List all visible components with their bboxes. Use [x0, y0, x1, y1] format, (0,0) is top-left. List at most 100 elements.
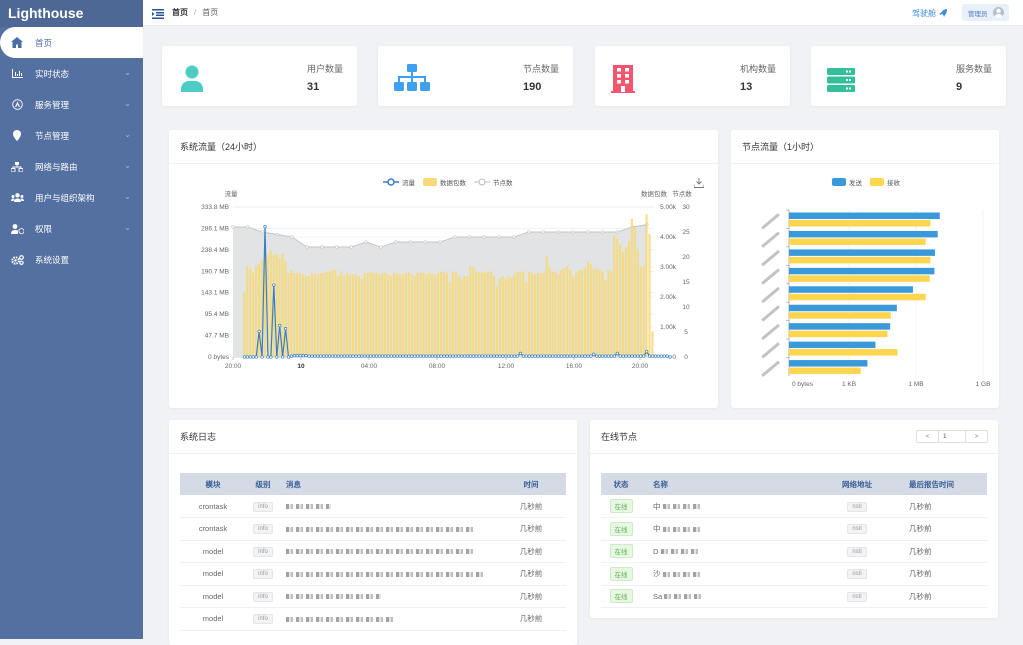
- redacted-message: [286, 616, 396, 622]
- node-count-point: [349, 245, 353, 249]
- y-axis-title-left: 流量: [225, 189, 239, 198]
- packet-bar: [510, 277, 513, 357]
- traffic-point: [427, 354, 432, 358]
- sidebar-item-realtime[interactable]: 实时状态 ⌄: [0, 58, 143, 89]
- packet-bar: [437, 273, 440, 357]
- traffic-point: [421, 354, 426, 358]
- y-axis-title-packets: 数据包数: [641, 189, 668, 198]
- traffic-point: [392, 354, 396, 358]
- node-count-point: [334, 245, 339, 249]
- packet-bar: [545, 256, 548, 357]
- packet-bar: [381, 273, 384, 357]
- prev-page-button[interactable]: <: [917, 431, 939, 442]
- send-bar: [789, 230, 938, 238]
- traffic-point: [410, 354, 414, 358]
- sidebar-item-nodes[interactable]: 节点管理 ⌄: [0, 120, 143, 151]
- breadcrumb-current: 首页: [202, 8, 219, 17]
- node-status-cell: 在线: [601, 562, 641, 586]
- log-module: crontask: [180, 495, 246, 518]
- packet-bar: [522, 271, 525, 357]
- node-row[interactable]: 在线 Sa nsti 几秒前: [601, 585, 987, 608]
- page-input[interactable]: 1: [939, 431, 965, 442]
- node-name[interactable]: 中: [641, 495, 817, 518]
- traffic-point: [325, 354, 329, 358]
- node-row[interactable]: 在线 中 nsti 几秒前: [601, 495, 987, 518]
- packet-bar: [566, 265, 569, 357]
- packet-bar: [278, 258, 281, 357]
- packet-bar: [384, 272, 387, 357]
- packet-bar: [595, 268, 598, 357]
- next-page-button[interactable]: >: [965, 431, 987, 442]
- traffic-point: [460, 354, 464, 358]
- log-level-cell: info: [246, 585, 280, 608]
- y3-tick-label: 30: [682, 204, 690, 211]
- log-level-badge: info: [253, 614, 273, 625]
- y2-tick-label: 2.00k: [660, 294, 677, 301]
- redacted-message: [286, 594, 381, 600]
- breadcrumb-home[interactable]: 首页: [172, 7, 188, 18]
- traffic-point: [483, 354, 487, 358]
- node-name[interactable]: 沙: [641, 562, 817, 586]
- node-row[interactable]: 在线 沙 nsti 几秒前: [601, 562, 987, 586]
- category-label-redacted: [761, 231, 780, 248]
- receive-bar: [789, 367, 861, 375]
- packet-bar: [422, 273, 425, 357]
- node-traffic-panel: 节点流量（1小时） 发送 接收 0 bytes 1 KB 1 MB 1 GB: [731, 130, 999, 408]
- sidebar-item-settings[interactable]: 系统设置: [0, 244, 143, 275]
- node-row[interactable]: 在线 中 nsti 几秒前: [601, 517, 987, 541]
- sidebar-item-permissions[interactable]: 权限 ⌄: [0, 213, 143, 244]
- traffic-point: [556, 354, 561, 358]
- traffic-point: [348, 354, 352, 358]
- avatar-icon: [992, 7, 1004, 18]
- packet-bar: [601, 271, 604, 357]
- x-tick-label: 04:00: [361, 363, 378, 370]
- node-name[interactable]: 中: [641, 517, 817, 541]
- traffic-point: [248, 355, 252, 359]
- menu-fold-icon[interactable]: [152, 8, 164, 19]
- col-status: 状态: [601, 473, 641, 495]
- packet-bar: [504, 279, 507, 357]
- sidebar-item-network[interactable]: 网络与路由 ⌄: [0, 151, 143, 182]
- traffic-point: [333, 354, 338, 358]
- user-name: 管理员: [968, 10, 988, 18]
- packet-bar: [583, 268, 586, 357]
- node-count-point: [364, 240, 368, 244]
- log-time: 几秒前: [496, 562, 566, 586]
- traffic-point: [295, 354, 299, 358]
- nodes-table: 状态 名称 网络地址 最后报告时间 在线中 nsti 几秒前 在线中 nsti 几秒前…: [601, 473, 987, 608]
- node-name[interactable]: Sa: [641, 585, 817, 608]
- traffic-point: [319, 354, 323, 358]
- packet-bar: [419, 272, 422, 357]
- stat-value: 9: [956, 81, 963, 93]
- traffic-point: [612, 354, 617, 358]
- log-level-cell: info: [246, 540, 280, 563]
- stat-card-services: 服务数量 9: [811, 46, 1006, 106]
- chevron-down-icon: ⌄: [124, 223, 131, 232]
- node-row[interactable]: 在线 D nsti 几秒前: [601, 540, 987, 563]
- packet-bar: [598, 270, 601, 357]
- rocket-icon: [939, 8, 947, 19]
- packet-bar: [589, 264, 592, 357]
- node-status-cell: 在线: [601, 585, 641, 608]
- y-tick-label: 0 bytes: [208, 354, 230, 361]
- user-menu[interactable]: 管理员: [962, 4, 1009, 21]
- x-tick-label: 12:00: [498, 363, 515, 370]
- traffic-point: [401, 354, 405, 358]
- node-last-report: 几秒前: [897, 562, 987, 586]
- col-name: 名称: [641, 473, 817, 495]
- sidebar-item-services[interactable]: 服务管理 ⌄: [0, 89, 143, 120]
- node-name[interactable]: D: [641, 540, 817, 563]
- packet-bar: [498, 277, 501, 357]
- cockpit-link[interactable]: 驾驶舱: [912, 8, 947, 19]
- stat-label: 机构数量: [739, 64, 776, 74]
- traffic-point: [498, 354, 502, 358]
- sidebar-item-home[interactable]: 首页: [0, 27, 143, 58]
- traffic-point: [592, 352, 596, 356]
- sidebar-item-users[interactable]: 用户与组织架构 ⌄: [0, 182, 143, 213]
- node-last-report: 几秒前: [897, 540, 987, 563]
- packet-bar: [319, 273, 322, 357]
- traffic-point: [298, 354, 302, 358]
- category-label-redacted: [761, 305, 780, 322]
- traffic-point: [583, 354, 587, 358]
- send-bar: [789, 212, 940, 219]
